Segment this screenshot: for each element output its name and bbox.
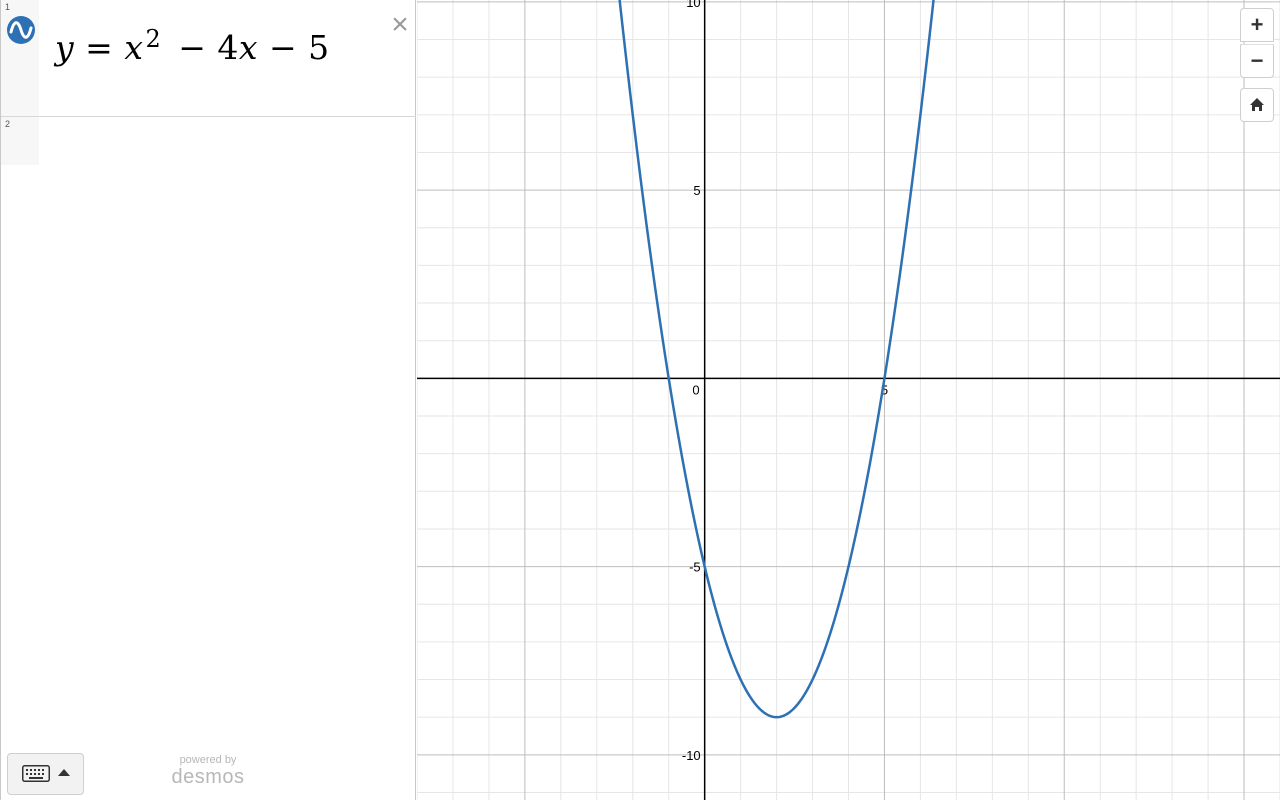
- expression-row-2[interactable]: 2: [1, 117, 416, 165]
- desmos-logo-text: desmos: [171, 766, 245, 788]
- y-tick-label: -10: [682, 748, 701, 763]
- graph-canvas[interactable]: 5105-5-100: [416, 0, 1280, 800]
- zoom-in-button[interactable]: +: [1240, 8, 1274, 42]
- graph-paper[interactable]: 5 10 5 -5 -10 0: [416, 0, 1280, 800]
- expr-equals: =: [85, 28, 114, 67]
- zoom-out-button[interactable]: −: [1240, 44, 1274, 78]
- keyboard-icon: [22, 765, 50, 782]
- expr-term-2: − 5: [268, 28, 330, 67]
- expression-row-1[interactable]: 1 y = x2 − 4x − 5 ×: [1, 0, 416, 117]
- powered-by-text: powered by: [179, 754, 237, 766]
- expression-index: 2: [5, 119, 11, 129]
- expression-list: 1 y = x2 − 4x − 5 × 2 powered by desmos: [0, 0, 416, 800]
- delete-expression-button[interactable]: ×: [386, 10, 414, 40]
- expr-base: x: [124, 28, 144, 67]
- caret-up-icon: [58, 769, 70, 776]
- expr-var: x: [238, 28, 258, 67]
- expr-term-1: − 4: [178, 28, 239, 67]
- expression-input[interactable]: y = x2 − 4x − 5: [55, 25, 330, 67]
- home-button[interactable]: [1240, 88, 1274, 122]
- y-tick-label: 5: [693, 183, 700, 198]
- home-icon: [1250, 98, 1264, 111]
- expr-lhs: y: [55, 28, 75, 67]
- y-tick-label: -5: [689, 560, 701, 575]
- graph-color-toggle-icon[interactable]: [6, 15, 36, 45]
- y-tick-label: 10: [686, 0, 700, 10]
- desmos-branding: powered by desmos: [168, 754, 248, 788]
- expr-exponent: 2: [145, 25, 162, 53]
- origin-label: 0: [692, 382, 699, 397]
- expression-gutter: 2: [1, 117, 39, 165]
- expression-gutter: 1: [1, 0, 39, 116]
- expression-index: 1: [5, 2, 11, 12]
- keyboard-toggle-button[interactable]: [7, 753, 84, 795]
